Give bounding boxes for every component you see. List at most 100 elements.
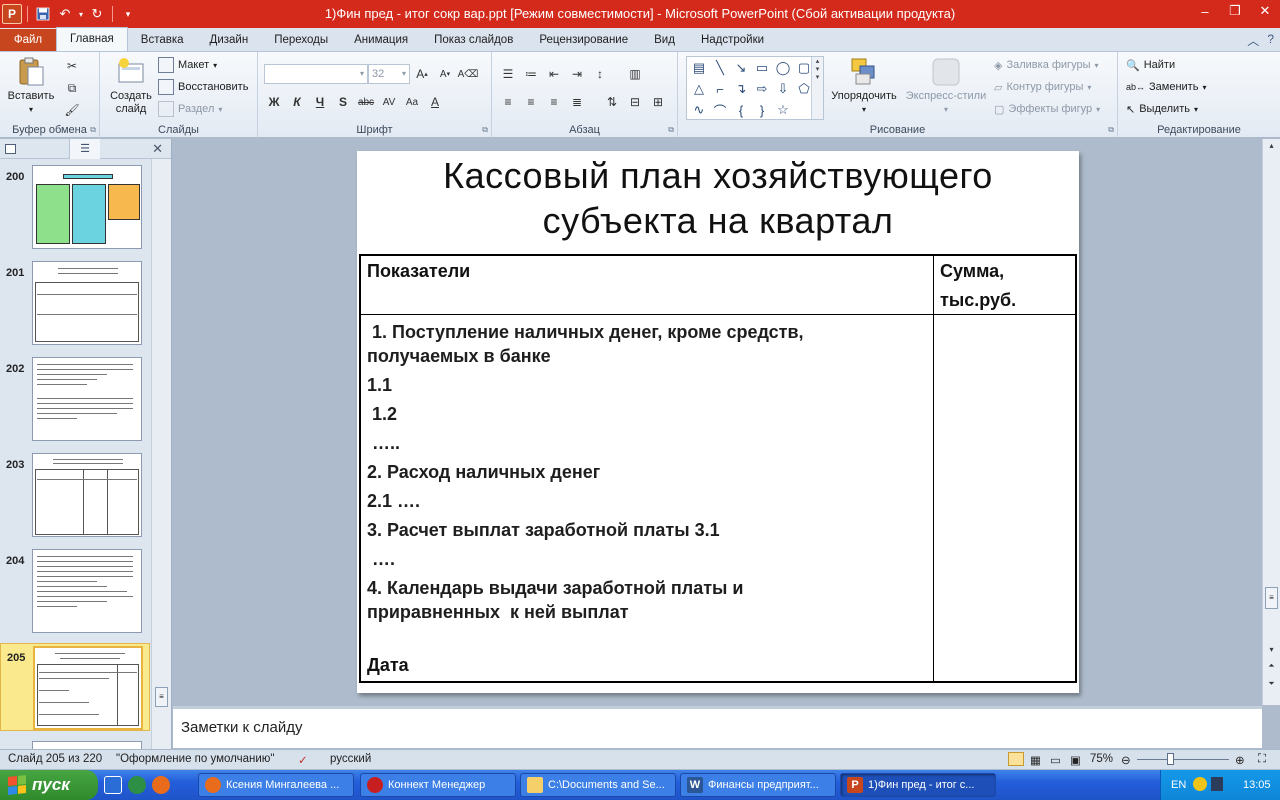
new-slide-button[interactable]: Создать слайд	[106, 56, 156, 116]
clear-format-icon[interactable]: A⌫	[458, 64, 479, 84]
slides-tab-icon[interactable]	[0, 138, 70, 159]
minimize-ribbon-icon[interactable]: ︿	[1247, 32, 1259, 49]
triangle-shape-icon[interactable]: △	[689, 79, 709, 99]
notes-pane[interactable]: Заметки к слайду	[173, 706, 1262, 748]
save-icon[interactable]	[33, 4, 53, 24]
slide-thumbnail-200[interactable]: 200	[0, 163, 150, 251]
align-left-icon[interactable]: ≡	[498, 92, 518, 112]
tab-animations[interactable]: Анимация	[341, 29, 421, 51]
font-color-icon[interactable]: A	[425, 92, 445, 112]
line-shape-icon[interactable]: ╲	[710, 58, 730, 78]
language-indicator[interactable]: русский	[330, 753, 371, 765]
underline-icon[interactable]: Ч	[310, 92, 330, 112]
tab-insert[interactable]: Вставка	[128, 29, 197, 51]
pane-scroll-thumb[interactable]: ≡	[155, 687, 168, 707]
text-direction-icon[interactable]: ⇅	[602, 92, 622, 112]
elbow-connector-icon[interactable]: ⌐	[710, 79, 730, 99]
down-arrow-shape-icon[interactable]: ⇩	[773, 79, 793, 99]
network-icon[interactable]	[1193, 777, 1207, 791]
help-icon[interactable]: ?	[1267, 32, 1274, 49]
font-name-combo[interactable]: ▾	[264, 64, 368, 84]
slide-thumbnail-next[interactable]	[0, 739, 150, 749]
arrow-shape-icon[interactable]: ↘	[731, 58, 751, 78]
cash-plan-table[interactable]: Показатели Сумма, тыс.руб. 1. Поступлени…	[359, 254, 1077, 683]
minimize-icon[interactable]: –	[1190, 0, 1220, 22]
taskbar-item-powerpoint[interactable]: P 1)Фин пред - итог с...	[840, 773, 996, 797]
align-right-icon[interactable]: ≡	[544, 92, 564, 112]
editor-scroll-thumb[interactable]: ≡	[1265, 587, 1278, 609]
oval-shape-icon[interactable]: ◯	[773, 58, 793, 78]
media-player-icon[interactable]	[128, 776, 146, 794]
replace-button[interactable]: ab↔ Заменить ▾	[1126, 77, 1206, 97]
italic-icon[interactable]: К	[287, 92, 307, 112]
clipboard-launcher-icon[interactable]: ⧉	[90, 125, 96, 135]
bold-icon[interactable]: Ж	[264, 92, 284, 112]
slide-sorter-icon[interactable]: ▦	[1030, 753, 1041, 767]
tab-file[interactable]: Файл	[0, 29, 56, 51]
font-size-combo[interactable]: 32 ▾	[368, 64, 410, 84]
bullets-icon[interactable]: ☰	[498, 64, 518, 84]
shrink-font-icon[interactable]: A ▾	[435, 64, 455, 84]
redo-icon[interactable]: ↻	[87, 4, 107, 24]
taskbar-item-connect-manager[interactable]: Коннект Менеджер	[360, 773, 516, 797]
elbow-arrow-icon[interactable]: ↴	[731, 79, 751, 99]
zoom-out-icon[interactable]: ⊖	[1121, 753, 1131, 767]
decrease-indent-icon[interactable]: ⇤	[544, 64, 564, 84]
layout-button[interactable]: Макет ▾	[158, 55, 217, 75]
next-slide-icon[interactable]: ⏷	[1265, 679, 1278, 693]
close-icon[interactable]: ✕	[1250, 0, 1280, 22]
arrange-button[interactable]: Упорядочить ▾	[826, 56, 902, 116]
arc-shape-icon[interactable]: ⌒	[710, 100, 730, 120]
undo-icon[interactable]: ↶	[55, 4, 75, 24]
section-button[interactable]: Раздел ▾	[158, 99, 222, 119]
powerpoint-logo-icon[interactable]: P	[2, 4, 22, 24]
reset-button[interactable]: Восстановить	[158, 77, 248, 97]
smartart-icon[interactable]: ⊞	[648, 92, 668, 112]
volume-icon[interactable]	[1211, 777, 1223, 791]
find-button[interactable]: 🔍 Найти	[1126, 55, 1175, 75]
slide-thumbnail-202[interactable]: 202	[0, 355, 150, 443]
line-spacing-icon[interactable]: ↕	[590, 64, 610, 84]
taskbar-item-word[interactable]: W Финансы предприят...	[680, 773, 836, 797]
text-shadow-icon[interactable]: S	[333, 92, 353, 112]
drawing-launcher-icon[interactable]: ⧉	[1108, 125, 1114, 135]
slide-thumbnail-204[interactable]: 204	[0, 547, 150, 635]
scroll-up-icon[interactable]: ▴	[1265, 141, 1278, 155]
star-shape-icon[interactable]: ☆	[773, 100, 793, 120]
scroll-down-icon[interactable]: ▾	[1265, 645, 1278, 659]
editor-scrollbar[interactable]: ▴ ≡ ▾ ⏶ ⏷	[1262, 139, 1280, 705]
normal-view-icon[interactable]	[1008, 752, 1024, 766]
tab-review[interactable]: Рецензирование	[526, 29, 641, 51]
taskbar-item-firefox[interactable]: Ксения Мингалеева ...	[198, 773, 354, 797]
tab-addins[interactable]: Надстройки	[688, 29, 777, 51]
align-center-icon[interactable]: ≡	[521, 92, 541, 112]
justify-icon[interactable]: ≣	[567, 92, 587, 112]
keyboard-language[interactable]: EN	[1171, 779, 1186, 791]
numbering-icon[interactable]: ≔	[521, 64, 541, 84]
show-desktop-icon[interactable]	[104, 776, 122, 794]
tab-transitions[interactable]: Переходы	[261, 29, 341, 51]
slide-thumbnail-203[interactable]: 203	[0, 451, 150, 539]
quick-styles-button[interactable]: Экспресс-стили ▾	[904, 56, 988, 116]
columns-icon[interactable]: ▥	[625, 64, 645, 84]
taskbar-item-explorer[interactable]: C:\Documents and Se...	[520, 773, 676, 797]
text-box-shape-icon[interactable]: ▤	[689, 58, 709, 78]
left-brace-icon[interactable]: {	[731, 100, 751, 120]
fit-to-window-icon[interactable]: ⛶	[1258, 753, 1266, 766]
zoom-level[interactable]: 75%	[1090, 753, 1113, 765]
right-arrow-shape-icon[interactable]: ⇨	[752, 79, 772, 99]
start-button[interactable]: пуск	[0, 770, 98, 800]
right-brace-icon[interactable]: }	[752, 100, 772, 120]
format-painter-icon[interactable]: 🖌	[62, 100, 82, 120]
slide-title[interactable]: Кассовый план хозяйствующего субъекта на…	[357, 151, 1079, 255]
increase-indent-icon[interactable]: ⇥	[567, 64, 587, 84]
tab-home[interactable]: Главная	[56, 27, 128, 51]
copy-icon[interactable]: ⧉	[62, 78, 82, 98]
restore-icon[interactable]: ❐	[1220, 0, 1250, 22]
zoom-slider-knob[interactable]	[1167, 753, 1174, 765]
char-spacing-icon[interactable]: AV	[379, 92, 399, 112]
slideshow-view-icon[interactable]: ▣	[1070, 753, 1081, 767]
shape-effects-button[interactable]: ▢ Эффекты фигур ▾	[994, 99, 1100, 119]
slide-thumbnail-205[interactable]: 205	[0, 643, 150, 731]
paragraph-launcher-icon[interactable]: ⧉	[668, 125, 674, 135]
